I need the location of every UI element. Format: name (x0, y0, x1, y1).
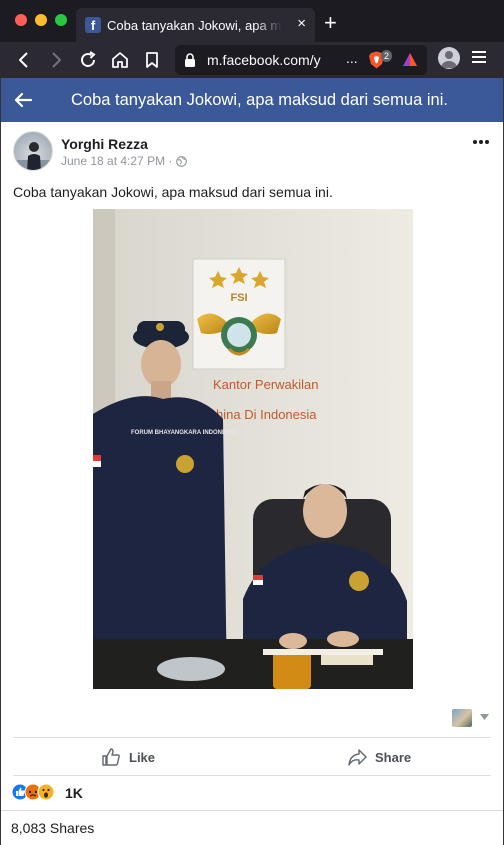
new-tab-button[interactable]: + (324, 11, 337, 35)
lock-icon (185, 53, 195, 67)
browser-toolbar: m.facebook.com/y ... 2 (0, 42, 504, 78)
reaction-icons[interactable] (11, 783, 61, 801)
forward-icon[interactable] (44, 48, 68, 72)
author-name[interactable]: Yorghi Rezza (61, 136, 148, 152)
thumbs-up-icon (102, 748, 120, 766)
back-icon[interactable] (12, 48, 36, 72)
facebook-page: Coba tanyakan Jokowi, apa maksud dari se… (0, 78, 504, 845)
minimize-window-button[interactable] (35, 14, 47, 26)
url-options-button[interactable]: ... (346, 50, 358, 66)
divider (13, 775, 491, 776)
bookmark-icon[interactable] (140, 48, 164, 72)
share-arrow-icon (348, 749, 367, 766)
author-avatar[interactable] (13, 131, 53, 171)
divider (1, 810, 503, 811)
post-photo[interactable]: FSI Kantor Perwakilan Officer China Di I… (93, 209, 413, 689)
maximize-window-button[interactable] (55, 14, 67, 26)
profile-avatar-icon[interactable] (438, 47, 460, 69)
back-arrow-icon[interactable] (11, 88, 35, 112)
reactor-avatar[interactable] (452, 709, 472, 727)
hamburger-menu-icon[interactable] (472, 50, 486, 64)
share-label: Share (375, 749, 412, 765)
facebook-header-bar: Coba tanyakan Jokowi, apa maksud dari se… (1, 78, 503, 122)
page-title: Coba tanyakan Jokowi, apa maksud dari se… (71, 91, 448, 109)
brave-rewards-icon[interactable] (402, 52, 418, 68)
url-text[interactable]: m.facebook.com/y (207, 52, 345, 69)
reload-icon[interactable] (76, 48, 100, 72)
more-options-icon[interactable] (472, 139, 490, 145)
wall-sign-line1: Kantor Perwakilan (213, 377, 319, 392)
divider (13, 737, 491, 738)
wow-reaction-icon (37, 783, 55, 801)
browser-tab[interactable]: f Coba tanyakan Jokowi, apa maksud dari … (76, 8, 315, 42)
shirt-badge-text: FORUM BHAYANGKARA INDONESIA (131, 430, 237, 436)
globe-icon (176, 156, 187, 167)
tab-close-button[interactable]: × (297, 16, 306, 32)
share-button[interactable]: Share (347, 746, 411, 768)
address-bar[interactable]: m.facebook.com/y ... 2 (175, 45, 427, 75)
browser-titlebar: f Coba tanyakan Jokowi, apa maksud dari … (0, 0, 504, 42)
close-window-button[interactable] (15, 14, 27, 26)
chevron-down-icon[interactable] (480, 714, 489, 720)
reaction-count[interactable]: 1K (65, 785, 83, 801)
like-label: Like (129, 749, 156, 765)
home-icon[interactable] (108, 48, 132, 72)
tab-title: Coba tanyakan Jokowi, apa maksud dari se… (107, 18, 282, 33)
post-timestamp[interactable]: June 18 at 4:27 PM · (61, 154, 172, 168)
shields-count-badge: 2 (381, 50, 393, 62)
share-count[interactable]: 8,083 Shares (11, 820, 94, 836)
post-text: Coba tanyakan Jokowi, apa maksud dari se… (13, 184, 333, 200)
plaque-logo-text: FSI (230, 292, 247, 304)
facebook-favicon-icon: f (85, 17, 101, 33)
like-button[interactable]: Like (101, 746, 155, 768)
